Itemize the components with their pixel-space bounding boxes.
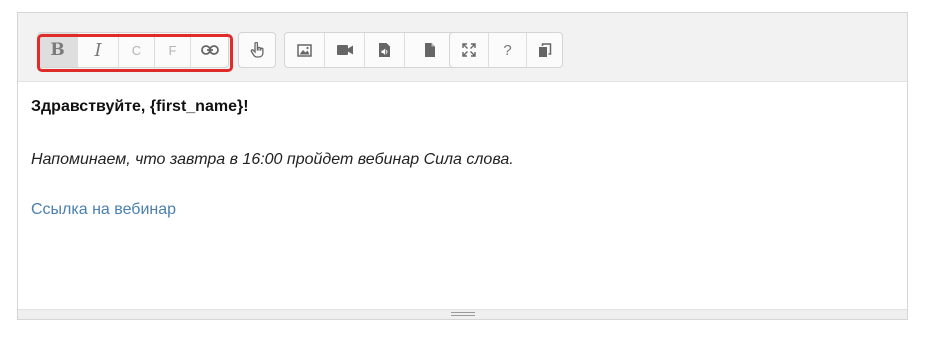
insert-audio-button[interactable]	[365, 33, 405, 67]
image-icon	[297, 43, 312, 57]
insert-file-button[interactable]	[405, 33, 455, 67]
tools-button-group: ?	[449, 32, 563, 68]
link-icon	[200, 45, 219, 55]
reminder-text: Напоминаем, что завтра в 16:00 пройдет в…	[31, 151, 514, 168]
resize-handle[interactable]	[451, 312, 475, 316]
help-button[interactable]: ?	[489, 33, 527, 67]
link-button[interactable]	[191, 33, 228, 67]
copy-icon	[538, 42, 551, 57]
fullscreen-icon	[462, 43, 476, 57]
copy-button[interactable]	[527, 33, 562, 67]
editor-toolbar: B I C F ?	[18, 13, 907, 82]
f-label: F	[168, 42, 177, 58]
resize-bar	[18, 309, 907, 319]
italic-label: I	[94, 39, 102, 61]
bold-button[interactable]: B	[38, 33, 78, 67]
help-label: ?	[503, 41, 512, 59]
pointing-hand-icon	[250, 42, 264, 58]
interaction-button-group	[238, 32, 276, 68]
fullscreen-button[interactable]	[450, 33, 489, 67]
greeting-text: Здравствуйте, {first_name}!	[31, 98, 249, 115]
webinar-link[interactable]: Ссылка на вебинар	[31, 199, 176, 221]
insert-video-button[interactable]	[325, 33, 365, 67]
bold-label: B	[50, 40, 65, 60]
file-icon	[425, 43, 435, 57]
media-button-group	[284, 32, 456, 68]
audio-file-icon	[379, 43, 390, 57]
editor-content[interactable]: Здравствуйте, {first_name}! Напоминаем, …	[31, 95, 894, 218]
c-label: C	[131, 42, 142, 58]
f-button[interactable]: F	[155, 33, 191, 67]
button-insert-button[interactable]	[239, 33, 275, 67]
c-button[interactable]: C	[119, 33, 155, 67]
video-icon	[336, 45, 353, 55]
format-button-group: B I C F	[37, 32, 229, 68]
insert-image-button[interactable]	[285, 33, 325, 67]
italic-button[interactable]: I	[78, 33, 119, 67]
rich-text-editor: B I C F ? Здравствуйте, {first_name}! На…	[17, 12, 908, 320]
